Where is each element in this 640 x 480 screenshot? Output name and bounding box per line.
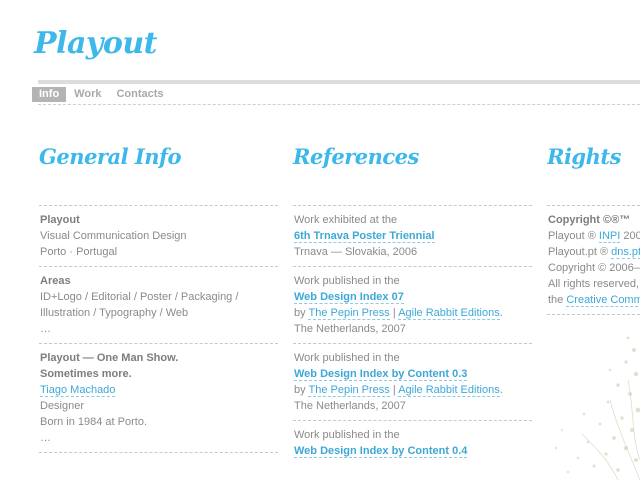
reference-link[interactable]: Web Design Index by Content 0.4: [294, 445, 468, 458]
reference-intro: Work published in the: [294, 275, 400, 287]
publisher-link[interactable]: Agile Rabbit Editions: [398, 384, 500, 397]
rights-text: 2007: [623, 230, 640, 242]
nav-contacts[interactable]: Contacts: [109, 87, 170, 102]
general-info-column: General Info Playout Visual Communicatio…: [39, 140, 278, 453]
about-location: Porto · Portugal: [40, 246, 118, 258]
areas-block: Areas ID+Logo / Editorial / Poster / Pac…: [39, 267, 278, 343]
areas-ellipsis: …: [40, 323, 51, 335]
rights-heading: Rights: [547, 144, 621, 169]
team-ellipsis: …: [40, 432, 51, 444]
reference-link[interactable]: Web Design Index 07: [294, 291, 404, 304]
team-subtitle: Sometimes more.: [40, 368, 132, 380]
rights-line: Copyright © 2006–2: [548, 262, 640, 274]
rights-line: All rights reserved,: [548, 278, 640, 290]
areas-line: Illustration / Typography / Web: [40, 307, 189, 319]
inpi-link[interactable]: INPI: [598, 230, 621, 243]
areas-title: Areas: [40, 275, 71, 287]
dns-link[interactable]: dns.pt: [611, 246, 640, 259]
period: .: [499, 384, 503, 396]
rights-line: Playout ® INPI 2007: [548, 228, 640, 244]
divider: [547, 314, 640, 315]
references-heading: References: [293, 144, 419, 169]
site-logo[interactable]: Playout: [34, 26, 158, 61]
rights-column: Rights Copyright ©®™ Playout ® INPI 2007…: [547, 140, 640, 315]
reference-publisher: by The Pepin Press | Agile Rabbit Editio…: [294, 382, 532, 398]
header-rule: [38, 80, 640, 84]
designer-role: Designer: [40, 400, 85, 412]
period: .: [499, 307, 503, 319]
rights-block: Copyright ©®™ Playout ® INPI 2007 Playou…: [547, 206, 640, 314]
by-label: by: [294, 307, 306, 319]
about-line: Visual Communication Design: [40, 230, 187, 242]
references-column: References Work exhibited at the 6th Trn…: [293, 140, 532, 465]
reference-item: Work published in the Web Design Index b…: [293, 344, 532, 420]
divider: [39, 452, 278, 453]
reference-item: Work published in the Web Design Index 0…: [293, 267, 532, 343]
decorative-plant-image: [554, 336, 640, 480]
copyright-title: Copyright ©®™: [548, 214, 631, 226]
rights-text: Playout ®: [548, 230, 599, 242]
creative-commons-link[interactable]: Creative Comm: [566, 294, 640, 307]
about-block: Playout Visual Communication Design Port…: [39, 206, 278, 266]
designer-link[interactable]: Tiago Machado: [40, 384, 116, 397]
reference-item: Work published in the Web Design Index b…: [293, 421, 532, 465]
designer-birth: Born in 1984 at Porto.: [40, 416, 148, 428]
reference-place: Trnava — Slovakia, 2006: [294, 246, 418, 258]
team-block: Playout — One Man Show. Sometimes more. …: [39, 344, 278, 452]
team-title: Playout — One Man Show.: [40, 352, 179, 364]
by-label: by: [294, 384, 306, 396]
rights-text: the: [548, 294, 567, 306]
reference-publisher: by The Pepin Press | Agile Rabbit Editio…: [294, 305, 532, 321]
areas-line: ID+Logo / Editorial / Poster / Packaging…: [40, 291, 239, 303]
rights-text: Playout.pt ®: [548, 246, 612, 258]
about-title: Playout: [40, 214, 80, 226]
nav-divider: [38, 104, 640, 105]
reference-intro: Work exhibited at the: [294, 214, 398, 226]
nav-info[interactable]: Info: [32, 87, 67, 102]
rights-line: Playout.pt ® dns.pt: [548, 244, 640, 260]
nav-work[interactable]: Work: [67, 87, 108, 102]
separator: |: [392, 307, 396, 319]
separator: |: [392, 384, 396, 396]
rights-line: the Creative Comm: [548, 292, 640, 308]
publisher-link[interactable]: Agile Rabbit Editions: [398, 307, 500, 320]
publisher-link[interactable]: The Pepin Press: [308, 384, 390, 397]
reference-intro: Work published in the: [294, 352, 400, 364]
publisher-link[interactable]: The Pepin Press: [308, 307, 390, 320]
main-nav: Info Work Contacts: [32, 87, 172, 102]
general-info-heading: General Info: [39, 144, 182, 169]
reference-item: Work exhibited at the 6th Trnava Poster …: [293, 206, 532, 266]
reference-link[interactable]: Web Design Index by Content 0.3: [294, 368, 468, 381]
reference-place: The Netherlands, 2007: [294, 323, 406, 335]
reference-link[interactable]: 6th Trnava Poster Triennial: [294, 230, 435, 243]
reference-intro: Work published in the: [294, 429, 400, 441]
reference-place: The Netherlands, 2007: [294, 400, 406, 412]
